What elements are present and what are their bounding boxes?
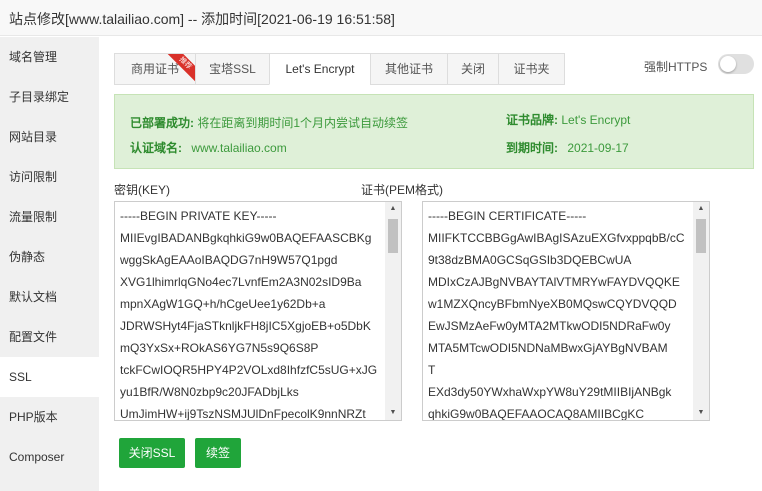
private-key-scrollbar[interactable]: ▲ ▼ [385, 202, 401, 420]
sidebar: 域名管理 子目录绑定 网站目录 访问限制 流量限制 伪静态 默认文档 配置文件 … [0, 37, 99, 491]
tab-close[interactable]: 关闭 [447, 53, 499, 85]
certificate-text: -----BEGIN CERTIFICATE----- MIIFKTCCBBGg… [428, 209, 685, 421]
scroll-up-arrow-icon[interactable]: ▲ [385, 202, 401, 216]
recommend-ribbon: 推荐 [165, 54, 195, 84]
tab-cert-folder[interactable]: 证书夹 [498, 53, 565, 85]
sidebar-item-composer[interactable]: Composer [0, 437, 99, 477]
scroll-up-arrow-icon[interactable]: ▲ [693, 202, 709, 216]
window-title: 站点修改[www.talailiao.com] -- 添加时间[2021-06-… [9, 11, 395, 27]
sidebar-item-domain[interactable]: 域名管理 [0, 37, 99, 77]
scroll-down-arrow-icon[interactable]: ▼ [693, 406, 709, 420]
tab-bt-ssl[interactable]: 宝塔SSL [195, 53, 270, 85]
force-https-toggle[interactable] [718, 54, 754, 74]
tab-other-cert[interactable]: 其他证书 [370, 53, 448, 85]
cert-brand-value: Let's Encrypt [561, 113, 631, 127]
sidebar-item-subdir[interactable]: 子目录绑定 [0, 77, 99, 117]
tab-commercial-cert[interactable]: 商用证书 推荐 [114, 53, 196, 85]
cert-brand: 证书品牌: Let's Encrypt [506, 111, 630, 128]
sidebar-item-rewrite[interactable]: 伪静态 [0, 237, 99, 277]
sidebar-item-ssl[interactable]: SSL [0, 357, 99, 397]
cert-brand-label: 证书品牌: [506, 113, 558, 127]
force-https-label: 强制HTTPS [644, 60, 708, 74]
deploy-status-value: 将在距离到期时间1个月内尝试自动续签 [197, 116, 409, 130]
cert-label: 证书(PEM格式) [361, 183, 443, 197]
tab-lets-encrypt[interactable]: Let's Encrypt [269, 53, 371, 85]
sidebar-item-default-doc[interactable]: 默认文档 [0, 277, 99, 317]
recommend-badge: 推荐 [165, 54, 195, 83]
sidebar-item-config-file[interactable]: 配置文件 [0, 317, 99, 357]
ssl-tabs: 商用证书 推荐 宝塔SSL Let's Encrypt 其他证书 关闭 证书夹 [114, 53, 565, 85]
sidebar-item-site-dir[interactable]: 网站目录 [0, 117, 99, 157]
key-label: 密钥(KEY) [114, 183, 171, 197]
cert-expire-value: 2021-09-17 [567, 141, 629, 155]
private-key-textarea[interactable]: -----BEGIN PRIVATE KEY----- MIIEvgIBADAN… [114, 201, 402, 421]
toggle-knob [720, 56, 736, 72]
scroll-thumb[interactable] [696, 219, 706, 253]
cert-expire: 到期时间: 2021-09-17 [506, 139, 629, 156]
close-ssl-button[interactable]: 关闭SSL [119, 438, 185, 468]
scroll-down-arrow-icon[interactable]: ▼ [385, 406, 401, 420]
renew-button[interactable]: 续签 [195, 438, 241, 468]
deploy-status: 已部署成功: 将在距离到期时间1个月内尝试自动续签 [130, 114, 408, 131]
certificate-textarea[interactable]: -----BEGIN CERTIFICATE----- MIIFKTCCBBGg… [422, 201, 710, 421]
certificate-scrollbar[interactable]: ▲ ▼ [693, 202, 709, 420]
ssl-status-panel: 已部署成功: 将在距离到期时间1个月内尝试自动续签 认证域名: www.tala… [114, 94, 754, 169]
private-key-text: -----BEGIN PRIVATE KEY----- MIIEvgIBADAN… [120, 209, 378, 421]
cert-expire-label: 到期时间: [506, 141, 558, 155]
title-bar: 站点修改[www.talailiao.com] -- 添加时间[2021-06-… [0, 0, 762, 36]
sidebar-item-php-version[interactable]: PHP版本 [0, 397, 99, 437]
sidebar-item-traffic-limit[interactable]: 流量限制 [0, 197, 99, 237]
cert-domain-value: www.talailiao.com [191, 141, 287, 155]
scroll-thumb[interactable] [388, 219, 398, 253]
cert-domain: 认证域名: www.talailiao.com [130, 139, 287, 156]
sidebar-item-access-limit[interactable]: 访问限制 [0, 157, 99, 197]
deploy-status-label: 已部署成功: [130, 116, 194, 130]
cert-domain-label: 认证域名: [130, 141, 182, 155]
